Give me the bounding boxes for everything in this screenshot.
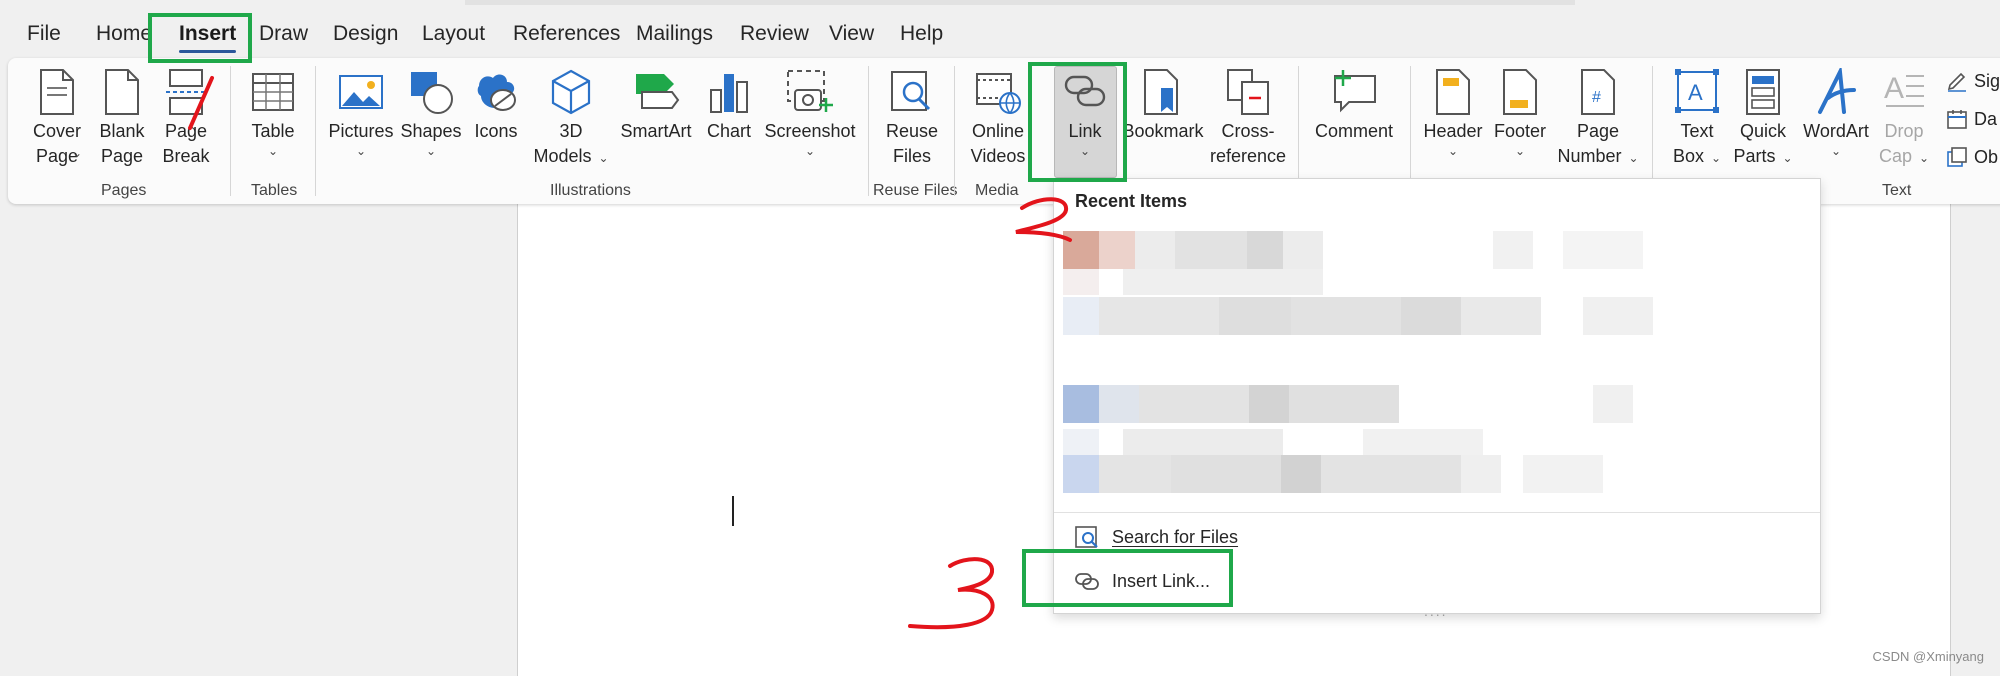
watermark: CSDN @Xminyang [1872,649,1984,664]
step-2-mark [1015,197,1072,242]
step-3-mark [908,557,995,630]
step-1-mark [188,76,214,130]
annotation-ink-layer [188,76,1072,630]
